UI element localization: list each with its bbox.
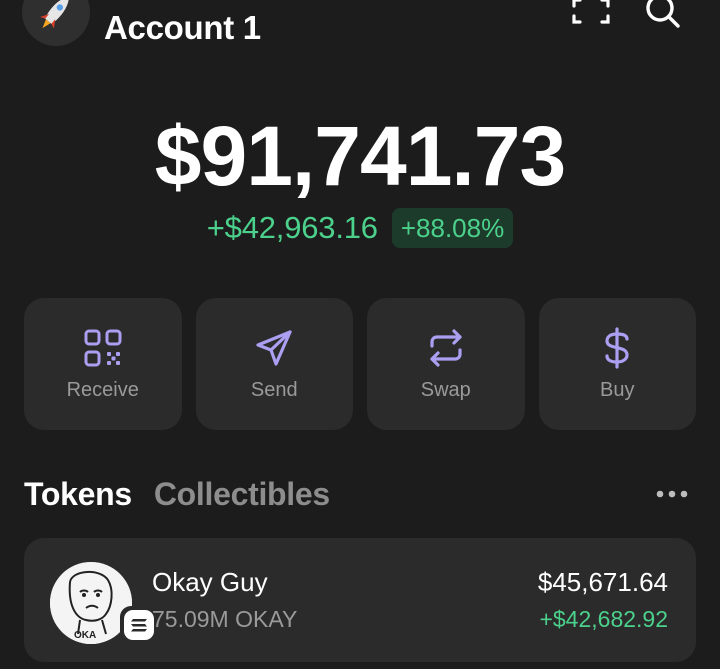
balance-change-row: +$42,963.16 +88.08% [0, 208, 720, 248]
buy-button[interactable]: Buy [538, 298, 696, 430]
receive-button[interactable]: Receive [24, 298, 182, 430]
receive-label: Receive [66, 379, 139, 401]
swap-label: Swap [420, 379, 471, 401]
tab-collectibles[interactable]: Collectibles [154, 472, 330, 516]
scan-qr-icon[interactable] [570, 0, 612, 30]
account-name[interactable]: Account 1 [104, 8, 261, 48]
rocket-icon [40, 0, 69, 29]
send-icon [256, 330, 292, 366]
account-header: Account 1 [0, 0, 720, 60]
swap-icon [430, 329, 462, 367]
account-avatar[interactable] [22, 0, 90, 46]
swap-button[interactable]: Swap [367, 298, 525, 430]
total-balance: $91,741.73 [154, 109, 566, 203]
okay-logo-text: OKA [74, 630, 96, 641]
qr-code-icon [84, 329, 122, 367]
tab-tokens[interactable]: Tokens [24, 472, 132, 516]
token-amount: 75.09M OKAY [152, 606, 298, 632]
search-icon[interactable] [640, 0, 684, 34]
send-label: Send [250, 379, 298, 401]
dollar-icon [605, 327, 629, 369]
more-horizontal-icon[interactable] [652, 484, 692, 504]
token-row[interactable]: OKA Okay Guy 75.09M OKAY $45,671.64 +$42… [24, 538, 696, 662]
send-button[interactable]: Send [195, 298, 353, 430]
balance-change-percent-badge: +88.08% [391, 208, 514, 248]
asset-tabs: Tokens Collectibles [24, 472, 330, 516]
balance-change-amount: +$42,963.16 [206, 210, 378, 245]
token-name: Okay Guy [152, 567, 268, 597]
solana-icon [131, 619, 147, 632]
token-value: $45,671.64 [537, 567, 668, 597]
action-buttons: Receive Send Swap Buy [24, 298, 696, 430]
token-change: +$42,682.92 [539, 606, 668, 632]
buy-label: Buy [600, 379, 635, 401]
